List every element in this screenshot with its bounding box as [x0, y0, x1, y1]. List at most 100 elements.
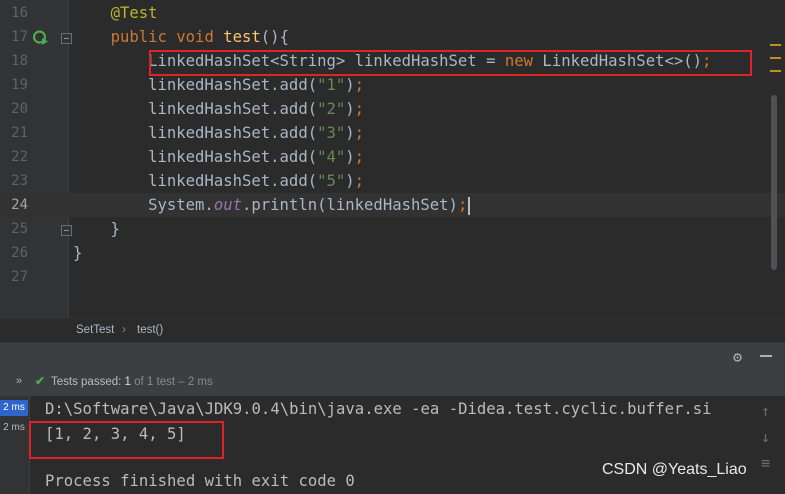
code-text[interactable]: linkedHashSet.add("4"); — [73, 145, 364, 169]
warning-marker[interactable] — [770, 57, 781, 59]
code-text[interactable]: linkedHashSet.add("3"); — [73, 121, 364, 145]
breadcrumb: SetTest › test() — [0, 318, 785, 343]
code-line[interactable]: 16 @Test — [0, 1, 785, 25]
test-status-bar: » ✔ Tests passed: 1 of 1 test – 2 ms — [0, 367, 785, 396]
code-token: (){ — [260, 28, 289, 46]
code-token: out — [213, 196, 242, 214]
code-token: ) — [345, 172, 355, 190]
minimize-icon[interactable] — [760, 355, 772, 357]
soft-wrap-icon[interactable]: ≡ — [761, 454, 770, 472]
code-text[interactable]: @Test — [73, 1, 158, 25]
code-line[interactable]: 21 linkedHashSet.add("3"); — [0, 121, 785, 145]
line-number: 17 — [11, 29, 28, 45]
code-token: ; — [354, 148, 365, 166]
code-token: ) — [345, 124, 355, 142]
check-icon: ✔ — [35, 374, 46, 388]
code-token: } — [73, 220, 120, 238]
line-number: 23 — [11, 173, 28, 189]
expand-icon[interactable]: » — [16, 375, 22, 387]
code-token: "3" — [317, 124, 346, 142]
line-number: 22 — [11, 149, 28, 165]
arrow-up-icon[interactable]: ↑ — [761, 402, 770, 420]
code-token: ; — [354, 172, 365, 190]
arrow-down-icon[interactable]: ↓ — [761, 428, 770, 446]
console-toolbar: ↑ ↓ ≡ — [757, 396, 785, 494]
warning-marker[interactable] — [770, 44, 781, 46]
code-line[interactable]: 25 } — [0, 217, 785, 241]
status-label: Tests passed: — [51, 376, 122, 388]
code-line[interactable]: 17 public void test(){ — [0, 25, 785, 49]
code-text[interactable]: linkedHashSet.add("1"); — [73, 73, 364, 97]
line-number: 16 — [11, 5, 28, 21]
code-text[interactable]: } — [73, 241, 82, 265]
code-token: ; — [354, 100, 365, 118]
code-token: ) — [345, 76, 355, 94]
code-line[interactable]: 27 — [0, 265, 785, 289]
code-token: linkedHashSet.add( — [73, 100, 318, 118]
breadcrumb-method[interactable]: test() — [137, 324, 163, 336]
console-command-line: D:\Software\Java\JDK9.0.4\bin\java.exe -… — [45, 400, 712, 418]
code-token: ; — [354, 124, 365, 142]
code-token: ) — [345, 100, 355, 118]
status-suffix: of 1 test – 2 ms — [134, 376, 213, 388]
text-caret — [468, 196, 471, 215]
watermark: CSDN @Yeats_Liao — [602, 461, 747, 478]
code-text[interactable]: public void test(){ — [73, 25, 289, 49]
code-token: ; — [457, 196, 468, 214]
test-status-text: Tests passed: 1 of 1 test – 2 ms — [51, 376, 213, 388]
console-exit-line: Process finished with exit code 0 — [45, 472, 355, 490]
code-token: test — [223, 28, 261, 46]
line-number: 19 — [11, 77, 28, 93]
code-line[interactable]: 26} — [0, 241, 785, 265]
line-number: 27 — [11, 269, 28, 285]
line-number: 18 — [11, 53, 28, 69]
code-line[interactable]: 19 linkedHashSet.add("1"); — [0, 73, 785, 97]
code-token: ) — [345, 148, 355, 166]
fold-toggle-icon[interactable] — [61, 225, 72, 236]
code-text[interactable]: } — [73, 217, 120, 241]
code-token: "4" — [317, 148, 346, 166]
code-token: "5" — [317, 172, 346, 190]
run-test-icon[interactable] — [33, 30, 49, 46]
code-text[interactable]: linkedHashSet.add("5"); — [73, 169, 364, 193]
code-line[interactable]: 22 linkedHashSet.add("4"); — [0, 145, 785, 169]
output-highlight-box — [29, 421, 224, 459]
code-text[interactable]: linkedHashSet.add("2"); — [73, 97, 364, 121]
gear-icon[interactable]: ⚙ — [733, 348, 742, 366]
line-number: 26 — [11, 245, 28, 261]
code-token: ; — [354, 76, 365, 94]
code-line[interactable]: 23 linkedHashSet.add("5"); — [0, 169, 785, 193]
breadcrumb-separator: › — [122, 322, 126, 336]
status-count: 1 — [124, 376, 131, 388]
code-token: "2" — [317, 100, 346, 118]
timing-badge[interactable]: 2 ms — [0, 400, 28, 416]
breadcrumb-class[interactable]: SetTest — [76, 324, 114, 336]
vertical-scrollbar[interactable] — [771, 95, 777, 270]
code-token: System. — [73, 196, 214, 214]
code-token: linkedHashSet.add( — [73, 76, 318, 94]
code-token: linkedHashSet.add( — [73, 124, 318, 142]
code-token: public void — [110, 28, 224, 46]
run-panel-header: ⚙ — [0, 342, 785, 368]
timing-column: 2 ms 2 ms — [0, 396, 30, 494]
code-line[interactable]: 24 System.out.println(linkedHashSet); — [0, 193, 785, 217]
timing-badge[interactable]: 2 ms — [0, 420, 28, 436]
code-token: @Test — [110, 4, 158, 22]
code-text[interactable]: System.out.println(linkedHashSet); — [73, 193, 471, 217]
line-number: 20 — [11, 101, 28, 117]
code-line[interactable]: 20 linkedHashSet.add("2"); — [0, 97, 785, 121]
code-token: linkedHashSet.add( — [73, 172, 318, 190]
code-token: linkedHashSet.add( — [73, 148, 318, 166]
code-editor[interactable]: 16 @Test 17 public void test(){18 LinkedH… — [0, 0, 785, 318]
code-token: } — [73, 244, 83, 262]
fold-toggle-icon[interactable] — [61, 33, 72, 44]
highlight-box — [149, 50, 752, 76]
line-number: 24 — [11, 197, 28, 213]
warning-marker[interactable] — [770, 70, 781, 72]
code-token: "1" — [317, 76, 346, 94]
code-token: .println(linkedHashSet) — [242, 196, 458, 214]
line-number: 25 — [11, 221, 28, 237]
line-number: 21 — [11, 125, 28, 141]
